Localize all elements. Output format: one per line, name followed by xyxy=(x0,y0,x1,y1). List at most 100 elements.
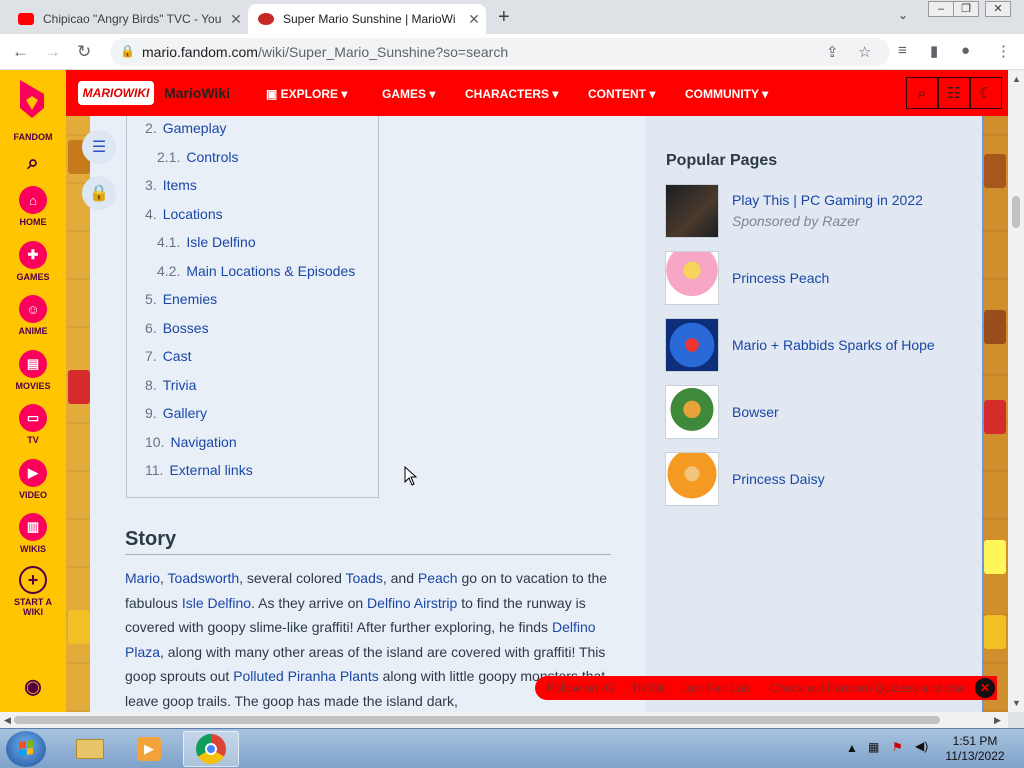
action-center-flag-icon[interactable]: ⚑ xyxy=(892,740,903,754)
tab-youtube[interactable]: Chipicao "Angry Birds" TVC - You ✕ xyxy=(8,4,248,34)
tab-search-chevron-icon[interactable]: ⌄ xyxy=(898,8,908,22)
fandom-nav-video[interactable]: ▶ VIDEO xyxy=(0,459,66,500)
fandom-nav-wikis[interactable]: ▥ WIKIS xyxy=(0,513,66,554)
user-account-icon[interactable]: ◉ xyxy=(0,674,66,699)
search-icon[interactable]: ⌕ xyxy=(906,77,938,109)
toc-item[interactable]: 4.2. Main Locations & Episodes xyxy=(157,263,355,279)
scroll-right-arrow-icon[interactable]: ▶ xyxy=(994,715,1001,726)
quizzes-link[interactable]: Check out Fandom Quizzes and cha xyxy=(770,681,964,695)
popular-page-item[interactable]: Play This | PC Gaming in 2022 Sponsored … xyxy=(665,184,975,238)
scroll-up-arrow-icon[interactable]: ▲ xyxy=(1012,74,1021,84)
chrome-taskbar-button[interactable] xyxy=(183,731,239,767)
toc-list-icon[interactable]: ☰ xyxy=(82,130,116,164)
nav-content[interactable]: CONTENT ▾ xyxy=(588,87,655,101)
horizontal-scrollbar[interactable]: ◀ ▶ xyxy=(0,712,1008,728)
lock-icon[interactable]: 🔒 xyxy=(120,44,135,58)
mariowiki-logo[interactable]: MARIOWIKI xyxy=(78,81,154,105)
media-player-taskbar-button[interactable]: ▶ xyxy=(122,731,178,767)
wiki-link[interactable]: Peach xyxy=(418,570,458,586)
popular-page-thumbnail[interactable] xyxy=(665,452,719,506)
fandom-nav-anime[interactable]: ☺ ANIME xyxy=(0,295,66,336)
start-button[interactable] xyxy=(6,731,46,767)
forward-arrow-icon[interactable]: → xyxy=(44,42,61,62)
close-icon[interactable]: ✕ xyxy=(975,678,995,698)
back-arrow-icon[interactable]: ← xyxy=(12,42,29,62)
search-icon[interactable]: ⌕ xyxy=(0,152,66,175)
scrollbar-thumb[interactable] xyxy=(1012,196,1020,228)
lock-icon[interactable]: 🔒 xyxy=(82,176,116,210)
popular-page-thumbnail[interactable] xyxy=(665,318,719,372)
scrollbar-thumb[interactable] xyxy=(14,716,940,724)
toc-item[interactable]: 9. Gallery xyxy=(145,405,207,421)
scroll-down-arrow-icon[interactable]: ▼ xyxy=(1012,698,1021,708)
share-icon[interactable]: ⇪ xyxy=(826,43,839,61)
toc-item[interactable]: 4.1. Isle Delfino xyxy=(157,234,256,250)
wiki-name[interactable]: MarioWiki xyxy=(164,85,230,101)
nav-characters[interactable]: CHARACTERS ▾ xyxy=(465,87,558,101)
address-bar[interactable]: 🔒 mario.fandom.com/wiki/Super_Mario_Suns… xyxy=(110,38,890,66)
popular-page-item[interactable]: Princess Peach xyxy=(665,251,975,305)
tab-mariowiki[interactable]: Super Mario Sunshine | MarioWi ✕ xyxy=(248,4,486,34)
fandom-nav-tv[interactable]: ▭ TV xyxy=(0,404,66,445)
follow-tiktok-link[interactable]: TikTok xyxy=(631,681,665,695)
tab-close-icon[interactable]: ✕ xyxy=(224,11,248,28)
toc-item[interactable]: 5. Enemies xyxy=(145,291,217,307)
bookmark-star-icon[interactable]: ☆ xyxy=(858,43,871,61)
nav-explore[interactable]: ▣ EXPLORE ▾ xyxy=(266,87,347,101)
scroll-left-arrow-icon[interactable]: ◀ xyxy=(4,715,11,726)
fandom-nav-home[interactable]: ⌂ HOME xyxy=(0,186,66,227)
fandom-nav-games[interactable]: ✚ GAMES xyxy=(0,241,66,282)
popular-page-item[interactable]: Bowser xyxy=(665,385,975,439)
reload-icon[interactable]: ↻ xyxy=(77,42,91,62)
toc-item[interactable]: 2. Gameplay xyxy=(145,120,227,136)
fandom-logo-icon[interactable] xyxy=(14,78,50,120)
file-explorer-taskbar-button[interactable] xyxy=(62,731,118,767)
popular-page-link[interactable]: Mario + Rabbids Sparks of Hope xyxy=(732,337,935,353)
volume-icon[interactable]: ◀) xyxy=(915,739,928,753)
wiki-link[interactable]: Polluted Piranha Plants xyxy=(233,668,379,684)
toc-item[interactable]: 10. Navigation xyxy=(145,434,237,450)
popular-page-thumbnail[interactable] xyxy=(665,251,719,305)
reading-list-icon[interactable]: ≡ xyxy=(898,42,907,59)
system-clock[interactable]: 1:51 PM 11/13/2022 xyxy=(943,734,1007,764)
popular-page-item[interactable]: Princess Daisy xyxy=(665,452,975,506)
discussions-icon[interactable]: ☷ xyxy=(938,77,970,109)
toc-item[interactable]: 8. Trivia xyxy=(145,377,196,393)
network-icon[interactable]: ▦ xyxy=(868,740,879,754)
popular-page-link[interactable]: Princess Daisy xyxy=(732,471,825,487)
wiki-link[interactable]: Toads xyxy=(346,570,383,586)
popular-page-thumbnail[interactable] xyxy=(665,184,719,238)
maximize-button[interactable]: ❐ xyxy=(953,1,979,17)
toc-item[interactable]: 2.1. Controls xyxy=(157,149,239,165)
profile-icon[interactable]: ● xyxy=(961,42,970,59)
tab-close-icon[interactable]: ✕ xyxy=(462,11,486,28)
theme-toggle-moon-icon[interactable]: ☾ xyxy=(970,77,1002,109)
popular-page-link[interactable]: Play This | PC Gaming in 2022 xyxy=(732,192,923,208)
url-text[interactable]: mario.fandom.com/wiki/Super_Mario_Sunshi… xyxy=(142,44,508,60)
popular-page-item[interactable]: Mario + Rabbids Sparks of Hope xyxy=(665,318,975,372)
popular-page-thumbnail[interactable] xyxy=(665,385,719,439)
popular-page-link[interactable]: Princess Peach xyxy=(732,270,829,286)
toc-item[interactable]: 11. External links xyxy=(145,462,253,478)
wiki-link[interactable]: Isle Delfino xyxy=(182,595,251,611)
wiki-link[interactable]: Delfino Airstrip xyxy=(367,595,457,611)
fandom-nav-start-wiki[interactable]: + START A WIKI xyxy=(0,566,66,617)
fandom-nav-movies[interactable]: ▤ MOVIES xyxy=(0,350,66,391)
menu-kebab-icon[interactable]: ⋮ xyxy=(996,42,1011,60)
toc-item[interactable]: 7. Cast xyxy=(145,348,191,364)
toc-item[interactable]: 3. Items xyxy=(145,177,197,193)
vertical-scrollbar[interactable]: ▲ ▼ xyxy=(1008,70,1024,712)
toc-item[interactable]: 6. Bosses xyxy=(145,320,209,336)
new-tab-button[interactable]: + xyxy=(498,6,510,29)
fan-lab-link[interactable]: Join Fan Lab xyxy=(681,681,750,695)
wiki-link[interactable]: Mario xyxy=(125,570,160,586)
side-panel-icon[interactable]: ▮ xyxy=(930,42,938,60)
nav-community[interactable]: COMMUNITY ▾ xyxy=(685,87,768,101)
fandom-brand-label[interactable]: FANDOM xyxy=(0,132,66,142)
nav-games[interactable]: GAMES ▾ xyxy=(382,87,435,101)
wiki-link[interactable]: Toadsworth xyxy=(168,570,240,586)
show-hidden-icons-icon[interactable]: ▲ xyxy=(846,741,858,755)
minimize-button[interactable]: – xyxy=(928,1,954,17)
toc-item[interactable]: 4. Locations xyxy=(145,206,223,222)
follow-instagram-link[interactable]: Follow on IG xyxy=(547,681,614,695)
